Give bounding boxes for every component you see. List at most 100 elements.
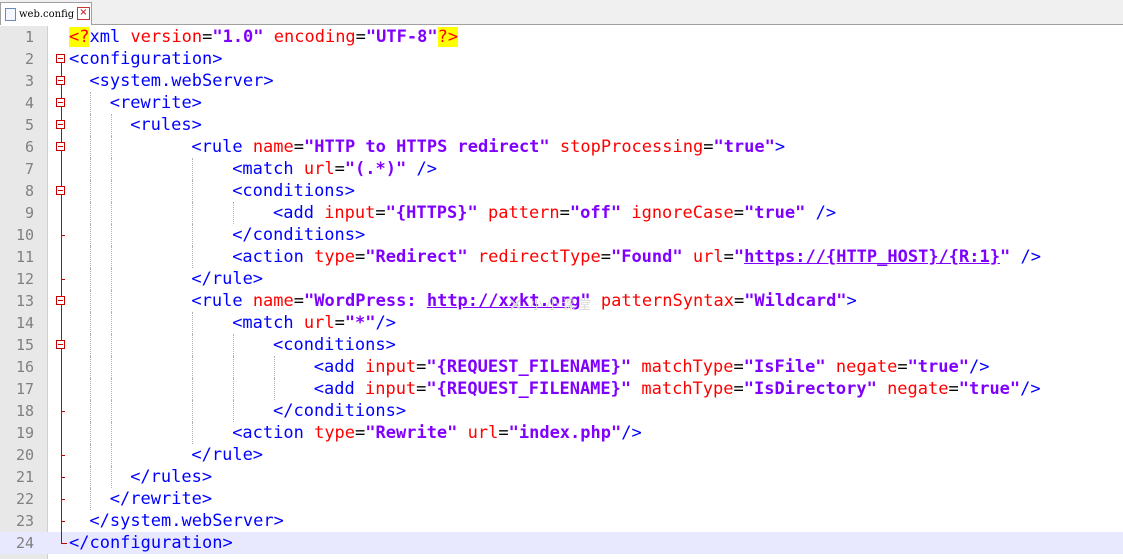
indent-guide bbox=[90, 422, 92, 444]
line-number: 2 bbox=[24, 50, 34, 68]
code-token: <action bbox=[232, 247, 315, 267]
line-number: 12 bbox=[15, 270, 34, 288]
tab-web-config[interactable]: web.config × bbox=[0, 2, 92, 25]
indent-guide bbox=[110, 312, 112, 334]
code-line[interactable]: 8 <conditions> bbox=[0, 180, 1123, 202]
indent-guide bbox=[90, 334, 92, 356]
code-token: = bbox=[375, 203, 386, 223]
fold-toggle-icon[interactable] bbox=[56, 186, 65, 195]
line-number: 20 bbox=[15, 446, 34, 464]
indent-guide bbox=[110, 158, 112, 180]
indent-guide bbox=[192, 312, 194, 334]
code-token: "true" bbox=[907, 357, 969, 377]
code-token: </conditions> bbox=[273, 401, 407, 421]
indent-guide bbox=[192, 224, 194, 246]
code-line[interactable]: 18 </conditions> bbox=[0, 400, 1123, 422]
indent-guide bbox=[110, 356, 112, 378]
code-line[interactable]: 5 <rules> bbox=[0, 114, 1123, 136]
code-token: </rule> bbox=[191, 445, 264, 465]
fold-end-tick bbox=[61, 455, 65, 456]
code-line[interactable]: 1 <?xml version="1.0" encoding="UTF-8"?> bbox=[0, 26, 1123, 48]
indent-guide bbox=[90, 246, 92, 268]
code-line[interactable]: 11 <action type="Redirect" redirectType="… bbox=[0, 246, 1123, 268]
code-token: "WordPress: bbox=[304, 291, 427, 311]
fold-toggle-icon[interactable] bbox=[56, 340, 65, 349]
code-token: > bbox=[774, 137, 786, 157]
line-number: 10 bbox=[15, 226, 34, 244]
url-link[interactable]: https://{HTTP_HOST}/{R:1} bbox=[744, 247, 1000, 267]
code-token: <add bbox=[313, 379, 365, 399]
code-token: <system.webServer> bbox=[89, 71, 274, 91]
code-token: name bbox=[252, 137, 294, 157]
line-number: 14 bbox=[15, 314, 34, 332]
indent-guide bbox=[90, 356, 92, 378]
fold-toggle-icon[interactable] bbox=[56, 76, 65, 85]
code-line[interactable]: 21 </rules> bbox=[0, 466, 1123, 488]
line-number: 3 bbox=[24, 72, 34, 90]
code-line[interactable]: 15 <conditions> bbox=[0, 334, 1123, 356]
code-line[interactable]: 24 </configuration> bbox=[0, 532, 1123, 554]
code-token: = bbox=[733, 203, 744, 223]
indent-guide bbox=[233, 356, 235, 378]
code-line[interactable]: 2 <configuration> bbox=[0, 48, 1123, 70]
indent-guide bbox=[90, 312, 92, 334]
code-line[interactable]: 23 </system.webServer> bbox=[0, 510, 1123, 532]
line-number: 17 bbox=[15, 380, 34, 398]
code-line[interactable]: 3 <system.webServer> bbox=[0, 70, 1123, 92]
line-number: 11 bbox=[15, 248, 34, 266]
fold-toggle-icon[interactable] bbox=[56, 142, 65, 151]
line-text: <add input="{REQUEST_FILENAME}" matchTyp… bbox=[314, 378, 1041, 400]
code-line[interactable]: 19 <action type="Rewrite" url="index.php"… bbox=[0, 422, 1123, 444]
editor-pane[interactable]: 1 <?xml version="1.0" encoding="UTF-8"?> 2… bbox=[0, 26, 1123, 559]
code-token: <rules> bbox=[130, 115, 202, 135]
code-token: "{HTTPS}" bbox=[385, 203, 478, 223]
code-token: </conditions> bbox=[232, 225, 366, 245]
fold-end-tick bbox=[61, 279, 65, 280]
code-token: = bbox=[948, 379, 959, 399]
code-line[interactable]: 10 </conditions> bbox=[0, 224, 1123, 246]
line-text: </rules> bbox=[130, 466, 212, 488]
code-token: "index.php" bbox=[508, 423, 622, 443]
code-token: <conditions> bbox=[273, 335, 396, 355]
code-token: <rule bbox=[191, 137, 253, 157]
code-line[interactable]: 22 </rewrite> bbox=[0, 488, 1123, 510]
code-line[interactable]: 17 <add input="{REQUEST_FILENAME}" matchT… bbox=[0, 378, 1123, 400]
code-token: "off" bbox=[569, 203, 622, 223]
indent-guide bbox=[192, 422, 194, 444]
fold-end-tick bbox=[61, 235, 65, 236]
code-line[interactable]: 9 <add input="{HTTPS}" pattern="off" igno… bbox=[0, 202, 1123, 224]
line-text: <action type="Redirect" redirectType="Fo… bbox=[232, 246, 1041, 268]
code-line[interactable]: 6 <rule name="HTTP to HTTPS redirect" sto… bbox=[0, 136, 1123, 158]
code-line[interactable]: 12 </rule> bbox=[0, 268, 1123, 290]
indent-guide bbox=[110, 246, 112, 268]
indent-guide bbox=[274, 378, 275, 400]
code-token: </rules> bbox=[130, 467, 213, 487]
code-token: = bbox=[355, 247, 366, 267]
code-token: type bbox=[314, 423, 356, 443]
fold-toggle-icon[interactable] bbox=[56, 296, 65, 305]
indent-guide bbox=[110, 290, 112, 312]
code-token: /> bbox=[1010, 247, 1041, 267]
code-line[interactable]: 4 <rewrite> bbox=[0, 92, 1123, 114]
fold-toggle-icon[interactable] bbox=[56, 54, 65, 63]
fold-toggle-icon[interactable] bbox=[56, 120, 65, 129]
indent-guide bbox=[90, 378, 92, 400]
indent-guide bbox=[192, 202, 194, 224]
code-line[interactable]: 16 <add input="{REQUEST_FILENAME}" matchT… bbox=[0, 356, 1123, 378]
indent-guide bbox=[90, 158, 92, 180]
code-line[interactable]: 7 <match url="(.*)" /> bbox=[0, 158, 1123, 180]
code-token: negate bbox=[887, 379, 949, 399]
line-number: 6 bbox=[24, 138, 34, 156]
line-number: 1 bbox=[24, 28, 34, 46]
close-icon[interactable]: × bbox=[77, 7, 90, 20]
code-token: " bbox=[999, 247, 1011, 267]
code-token: > bbox=[846, 291, 857, 311]
fold-toggle-icon[interactable] bbox=[56, 98, 65, 107]
code-token: /> bbox=[406, 159, 437, 179]
indent-guide bbox=[192, 334, 194, 356]
code-line[interactable]: 20 </rule> bbox=[0, 444, 1123, 466]
